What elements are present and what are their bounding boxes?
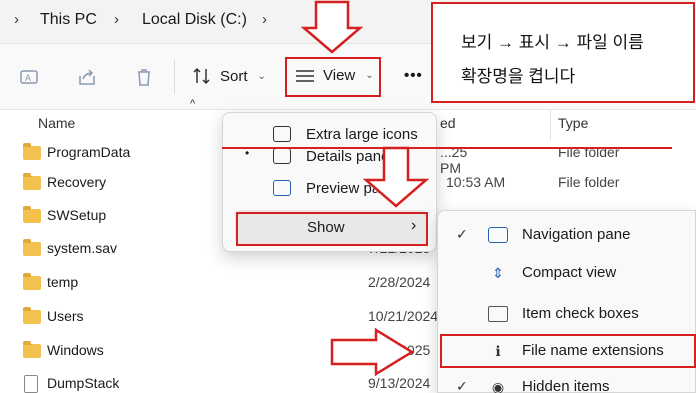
instruction-callout: 보기 → 표시 → 파일 이름 확장명을 켭니다 [431,2,695,103]
arrow-right-icon [330,327,415,377]
arrow-down-icon [300,0,364,54]
callout-line-2: 확장명을 켭니다 [461,67,576,86]
callout-line-1: 보기 → 표시 → 파일 이름 [461,33,644,52]
arrow-down-icon [362,146,430,208]
